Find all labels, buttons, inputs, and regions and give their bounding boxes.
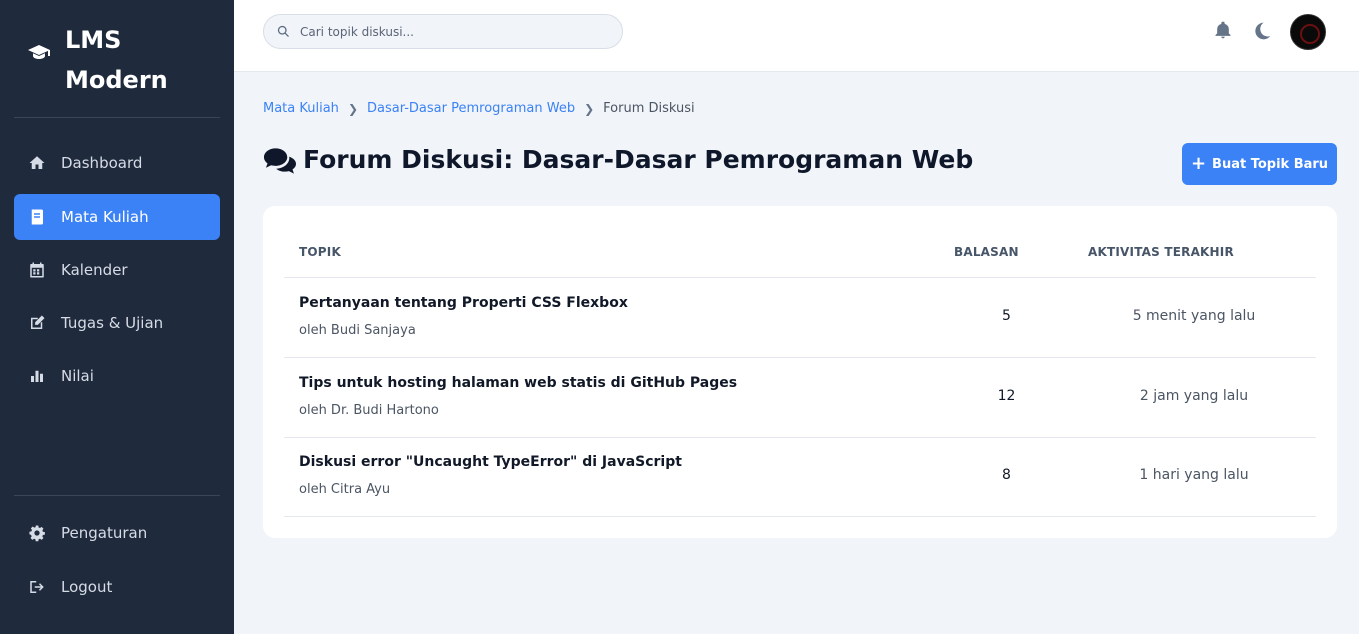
search-input[interactable] [300, 24, 600, 39]
column-header-activity: AKTIVITAS TERAKHIR [1088, 245, 1234, 259]
sidebar-item-tugas-ujian[interactable]: Tugas & Ujian [14, 300, 220, 346]
topic-title[interactable]: Diskusi error "Uncaught TypeError" di Ja… [299, 454, 682, 470]
breadcrumb-link-mata-kuliah[interactable]: Mata Kuliah [263, 101, 339, 116]
sidebar-item-label: Mata Kuliah [61, 208, 149, 226]
breadcrumb-current: Forum Diskusi [603, 101, 695, 116]
book-icon [27, 207, 47, 227]
page-title-text: Forum Diskusi: Dasar-Dasar Pemrograman W… [303, 145, 974, 174]
topic-replies: 12 [997, 388, 1016, 404]
bar-chart-icon [27, 366, 47, 386]
search-box[interactable] [263, 14, 623, 49]
topic-last-activity: 1 hari yang lalu [1139, 467, 1249, 483]
app-name: LMS Modern [65, 26, 168, 94]
sidebar-item-label: Pengaturan [61, 524, 148, 542]
column-header-topic: TOPIK [299, 245, 341, 259]
table-row[interactable]: Tips untuk hosting halaman web statis di… [284, 358, 1316, 438]
graduation-cap-icon [28, 45, 50, 59]
bell-icon [1215, 21, 1231, 39]
breadcrumb: Mata Kuliah ❯ Dasar-Dasar Pemrograman We… [263, 101, 695, 116]
sidebar-divider [14, 495, 220, 496]
topic-last-activity: 5 menit yang lalu [1132, 308, 1256, 324]
sidebar-item-label: Tugas & Ujian [61, 314, 164, 332]
top-header [234, 0, 1359, 72]
sidebar-item-mata-kuliah[interactable]: Mata Kuliah [14, 194, 220, 240]
edit-icon [27, 313, 47, 333]
topic-title[interactable]: Tips untuk hosting halaman web statis di… [299, 375, 737, 391]
notification-button[interactable] [1213, 20, 1235, 42]
new-topic-label: Buat Topik Baru [1212, 156, 1329, 172]
table-row[interactable]: Pertanyaan tentang Properti CSS Flexbox … [284, 278, 1316, 358]
page-title: Forum Diskusi: Dasar-Dasar Pemrograman W… [263, 145, 973, 174]
brand[interactable]: LMS Modern [14, 14, 220, 118]
table-header: TOPIK BALASAN AKTIVITAS TERAKHIR [284, 228, 1316, 278]
breadcrumb-link-course[interactable]: Dasar-Dasar Pemrograman Web [367, 101, 575, 116]
comments-icon [263, 147, 296, 174]
table-row[interactable]: Diskusi error "Uncaught TypeError" di Ja… [284, 437, 1316, 517]
sidebar-item-nilai[interactable]: Nilai [14, 353, 220, 399]
topic-title[interactable]: Pertanyaan tentang Properti CSS Flexbox [299, 295, 628, 311]
topic-replies: 5 [1002, 308, 1011, 324]
chevron-right-icon: ❯ [584, 101, 595, 116]
topic-author: oleh Budi Sanjaya [299, 323, 416, 338]
topic-replies: 8 [1002, 467, 1011, 483]
sidebar-item-kalender[interactable]: Kalender [14, 247, 220, 293]
moon-icon [1255, 22, 1271, 40]
sidebar-item-label: Kalender [61, 261, 128, 279]
avatar[interactable] [1290, 14, 1326, 50]
home-icon [27, 153, 47, 173]
plus-icon: + [1190, 153, 1207, 174]
search-icon [277, 25, 289, 37]
topics-table: TOPIK BALASAN AKTIVITAS TERAKHIR Pertany… [263, 206, 1337, 538]
gear-icon [27, 523, 47, 543]
sidebar-item-label: Nilai [61, 367, 94, 385]
logout-icon [27, 577, 47, 597]
sidebar-item-logout[interactable]: Logout [14, 564, 220, 610]
sidebar-item-label: Logout [61, 578, 113, 596]
sidebar-item-pengaturan[interactable]: Pengaturan [14, 510, 220, 556]
topic-author: oleh Citra Ayu [299, 482, 391, 497]
column-header-replies: BALASAN [954, 245, 1019, 259]
sidebar-item-dashboard[interactable]: Dashboard [14, 140, 220, 186]
sidebar: LMS Modern Dashboard Mata Kuliah Kalende… [0, 0, 234, 634]
theme-toggle-button[interactable] [1252, 21, 1272, 41]
new-topic-button[interactable]: + Buat Topik Baru [1182, 143, 1337, 185]
topic-author: oleh Dr. Budi Hartono [299, 403, 439, 418]
sidebar-item-label: Dashboard [61, 154, 143, 172]
topic-last-activity: 2 jam yang lalu [1139, 388, 1249, 404]
chevron-right-icon: ❯ [347, 101, 358, 116]
calendar-icon [27, 260, 47, 280]
